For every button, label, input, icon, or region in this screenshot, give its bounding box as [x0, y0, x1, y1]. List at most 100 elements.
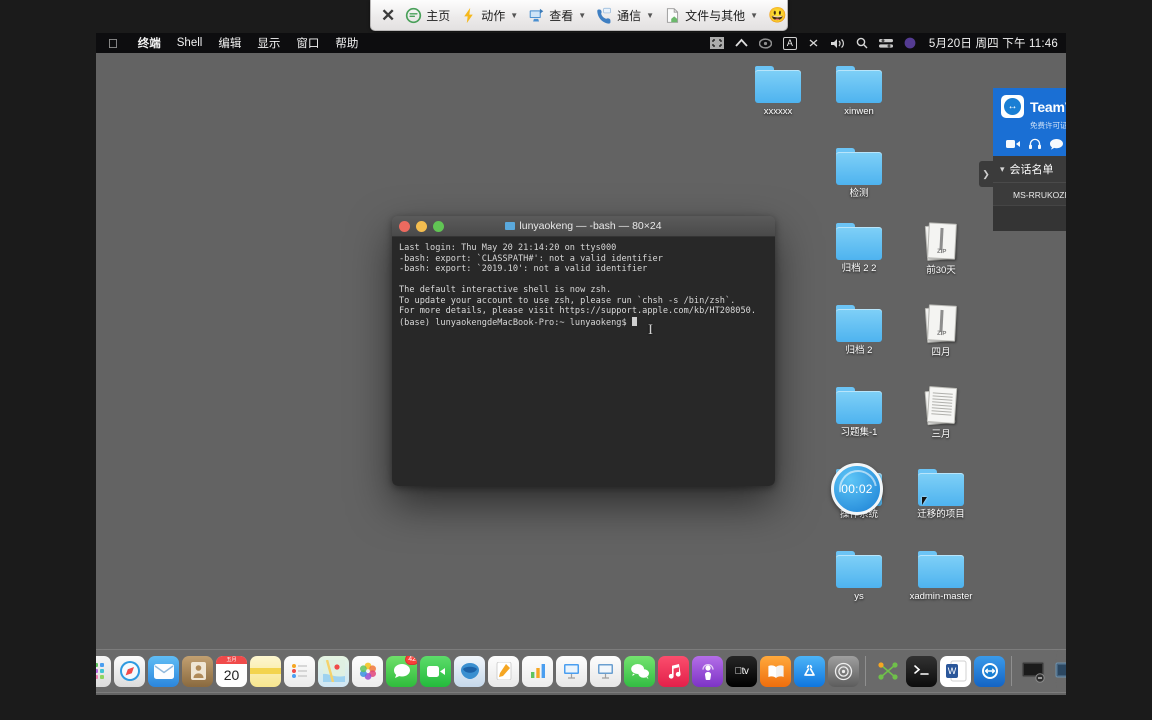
menu-item-edit[interactable]: 编辑	[218, 35, 241, 51]
dock-item-thunderbird[interactable]	[454, 655, 485, 687]
chat-icon[interactable]	[1050, 138, 1063, 150]
dock-item-calendar[interactable]: 五月 20	[216, 655, 247, 687]
terminal-window[interactable]: lunyaokeng — -bash — 80×24 Last login: T…	[392, 216, 775, 486]
toolbar-communication-button[interactable]: 通信 ▼	[592, 5, 658, 26]
desktop-icon-xinwen[interactable]: xinwen	[823, 66, 895, 117]
apple-logo-icon[interactable]: 	[104, 37, 122, 50]
dock-item-app-store[interactable]	[794, 655, 825, 687]
timer-widget[interactable]: 00:02	[831, 462, 885, 516]
chevron-up-icon[interactable]	[735, 38, 748, 48]
volume-icon[interactable]	[830, 38, 845, 49]
dock-item-messages[interactable]: 42	[386, 655, 417, 687]
folder-icon	[836, 387, 882, 424]
creative-cloud-icon[interactable]	[758, 37, 772, 49]
menu-item-shell[interactable]: Shell	[177, 37, 203, 49]
dock-item-terminal[interactable]	[906, 655, 937, 687]
toolbar-view-button[interactable]: 查看 ▼	[524, 5, 590, 26]
dock-item-teamviewer[interactable]	[974, 655, 1005, 687]
screen-sharing-icon[interactable]	[709, 37, 724, 49]
desktop-icon-qianyidexiangmu[interactable]: 迁移的项目	[905, 469, 977, 520]
folder-icon	[918, 551, 964, 588]
desktop-icon-guidang2[interactable]: 归档 2	[823, 305, 895, 356]
dock-item-maps[interactable]	[318, 655, 349, 687]
desktop-icon-xitiji-1[interactable]: 习题集-1	[823, 387, 895, 438]
dock-stack-screenshot[interactable]	[1018, 656, 1049, 687]
desktop-icon-ys[interactable]: ys	[823, 551, 895, 602]
folder-icon	[836, 223, 882, 260]
dock-item-xmind[interactable]	[872, 656, 903, 687]
dock-item-reminders[interactable]	[284, 655, 315, 687]
desktop-icon-label: xxxxxx	[763, 106, 793, 117]
teamviewer-logo-icon: ↔	[1001, 95, 1024, 118]
desktop-icon-caozuoxitong[interactable]: 00:02 操作系统	[823, 462, 895, 520]
bluetooth-off-icon[interactable]	[808, 37, 819, 49]
remote-desktop:  终端 Shell 编辑 显示 窗口 帮助 A	[96, 33, 1066, 695]
close-session-button[interactable]: ✕	[378, 7, 399, 24]
smiley-icon[interactable]: 😃	[768, 8, 787, 23]
terminal-output[interactable]: Last login: Thu May 20 21:14:20 on ttys0…	[392, 237, 775, 486]
dock-item-keynote-1[interactable]	[556, 655, 587, 687]
control-center-icon[interactable]	[878, 38, 893, 49]
dock-item-contacts[interactable]	[182, 655, 213, 687]
input-source-indicator[interactable]: A	[782, 36, 797, 50]
folder-icon	[836, 148, 882, 185]
dock-item-system-preferences[interactable]	[828, 655, 859, 687]
toolbar-actions-button[interactable]: 动作 ▼	[456, 5, 522, 26]
menu-item-help[interactable]: 帮助	[335, 35, 358, 51]
dock-item-notes[interactable]	[250, 655, 281, 687]
dock-item-word[interactable]: W	[940, 655, 971, 687]
desktop-icon-jiance[interactable]: 检测	[823, 148, 895, 199]
home-circle-icon	[405, 7, 422, 24]
menu-item-view[interactable]: 显示	[257, 35, 280, 51]
menu-item-window[interactable]: 窗口	[296, 35, 319, 51]
folder-icon	[836, 305, 882, 342]
desktop-icon-label: ys	[854, 591, 864, 602]
dock-item-books[interactable]	[760, 655, 791, 687]
headset-icon[interactable]	[1029, 138, 1041, 150]
menu-bar-status-items: A 5月20日 周四 下午 11:46	[709, 35, 1058, 51]
chevron-down-icon: ▾	[1000, 163, 1005, 174]
terminal-cursor	[631, 316, 637, 326]
search-icon[interactable]	[856, 37, 868, 49]
dock-item-photos[interactable]	[352, 655, 383, 687]
desktop-icon-sanyue[interactable]: 三月	[905, 386, 977, 440]
teamviewer-side-panel: ❯ ✕ ↔ TeamViewer 免费许可证(仅非商业用途)	[979, 88, 1066, 231]
desktop-icon-xxxxxx[interactable]: xxxxxx	[742, 66, 814, 117]
panel-expand-arrow[interactable]: ❯	[979, 161, 993, 187]
desktop-icon-guidang22[interactable]: 归档 2 2	[823, 223, 895, 274]
menu-bar-clock[interactable]: 5月20日 周四 下午 11:46	[927, 35, 1058, 51]
dock-item-podcasts[interactable]	[692, 655, 723, 687]
siri-icon[interactable]	[904, 37, 916, 49]
video-camera-icon[interactable]	[1006, 139, 1020, 149]
desktop-icon-qian30tian[interactable]: ZIP 前30天	[905, 222, 977, 276]
dock-item-facetime[interactable]	[420, 655, 451, 687]
dock-item-apple-tv[interactable]: tv	[726, 655, 757, 687]
dock-stack-downloads[interactable]	[1052, 656, 1066, 687]
session-name: MS-RRUKOZMJAVIY (1 712 3…	[1013, 189, 1066, 200]
chevron-down-icon: ▼	[646, 10, 655, 20]
menu-item-terminal[interactable]: 终端	[138, 35, 161, 51]
dock-item-numbers[interactable]	[522, 655, 553, 687]
dock-item-pages[interactable]	[488, 655, 519, 687]
session-list-header[interactable]: ▾ 会话名单 ▾	[993, 156, 1066, 182]
dock-item-mail[interactable]	[148, 655, 179, 687]
dock-item-launchpad[interactable]	[96, 655, 111, 687]
desktop-icon-siyue[interactable]: ZIP 四月	[905, 304, 977, 358]
terminal-title-bar[interactable]: lunyaokeng — -bash — 80×24	[392, 216, 775, 237]
toolbar-home-button[interactable]: 主页	[401, 5, 454, 26]
toolbar-files-label: 文件与其他	[685, 8, 746, 23]
document-stack-icon	[923, 386, 959, 426]
toolbar-view-label: 查看	[549, 8, 574, 23]
toolbar-files-button[interactable]: 文件与其他 ▼	[660, 5, 762, 26]
menu-bar-left:  终端 Shell 编辑 显示 窗口 帮助	[104, 35, 358, 51]
folder-icon	[836, 66, 882, 103]
zip-archive-icon: ZIP	[923, 304, 959, 344]
desktop-icon-label: 迁移的项目	[917, 509, 965, 520]
dock-item-music[interactable]	[658, 655, 689, 687]
dock-item-wechat[interactable]	[624, 655, 655, 687]
dock-item-keynote-2[interactable]	[590, 655, 621, 687]
zip-archive-icon: ZIP	[923, 222, 959, 262]
desktop-icon-xadmin-master[interactable]: xadmin-master	[905, 551, 977, 602]
session-list-item[interactable]: MS-RRUKOZMJAVIY (1 712 3… ▾ ▷	[993, 182, 1066, 205]
dock-item-safari[interactable]	[114, 655, 145, 687]
